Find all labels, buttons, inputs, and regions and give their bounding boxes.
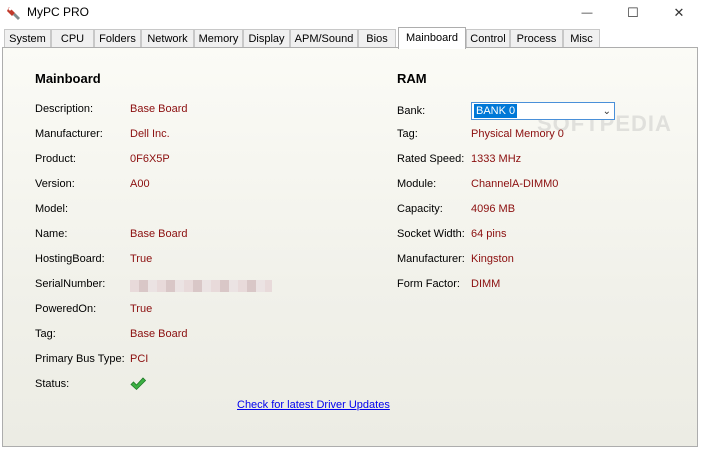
app-icon (7, 7, 20, 20)
manufacturer-value: Dell Inc. (130, 128, 170, 140)
tab-bar: System CPU Folders Network Memory Displa… (0, 27, 702, 49)
module-value: ChannelA-DIMM0 (471, 178, 559, 190)
description-label: Description: (35, 103, 94, 115)
ram-tag-label: Tag: (397, 128, 418, 140)
close-button[interactable]: ✕ (656, 0, 702, 26)
capacity-value: 4096 MB (471, 203, 516, 215)
module-label: Module: (397, 178, 437, 190)
primary-bus-type-value: PCI (130, 353, 149, 365)
name-label: Name: (35, 228, 68, 240)
serialnumber-label: SerialNumber: (35, 278, 106, 290)
product-value: 0F6X5P (130, 153, 170, 165)
title-bar: MyPC PRO — ☐ ✕ (0, 0, 702, 26)
serialnumber-redacted (130, 280, 272, 292)
name-value: Base Board (130, 228, 188, 240)
tab-folders[interactable]: Folders (94, 29, 141, 48)
version-label: Version: (35, 178, 75, 190)
poweredon-label: PoweredOn: (35, 303, 97, 315)
maximize-button[interactable]: ☐ (610, 0, 656, 26)
close-icon: ✕ (673, 5, 685, 20)
tab-process[interactable]: Process (510, 29, 563, 48)
ram-tag-value: Physical Memory 0 (471, 128, 564, 140)
form-factor-value: DIMM (471, 278, 501, 290)
rated-speed-label: Rated Speed: (397, 153, 465, 165)
ram-manufacturer-label: Manufacturer: (397, 253, 465, 265)
tag-value: Base Board (130, 328, 188, 340)
tab-display[interactable]: Display (243, 29, 290, 48)
socket-width-label: Socket Width: (397, 228, 465, 240)
tab-memory[interactable]: Memory (194, 29, 243, 48)
socket-width-value: 64 pins (471, 228, 507, 240)
window-title: MyPC PRO (27, 5, 90, 19)
bank-label: Bank: (397, 105, 426, 117)
tab-bios[interactable]: Bios (358, 29, 396, 48)
product-label: Product: (35, 153, 76, 165)
tab-mainboard[interactable]: Mainboard (398, 27, 466, 49)
driver-updates-link[interactable]: Check for latest Driver Updates (237, 399, 390, 411)
tag-label: Tag: (35, 328, 56, 340)
tab-misc[interactable]: Misc (563, 29, 600, 48)
maximize-icon: ☐ (627, 5, 639, 20)
version-value: A00 (130, 178, 150, 190)
capacity-label: Capacity: (397, 203, 443, 215)
bank-select[interactable]: BANK 0 ⌄ (471, 102, 615, 120)
checkmark-icon (130, 377, 146, 391)
mainboard-title: Mainboard (35, 71, 101, 86)
ram-title: RAM (397, 71, 427, 86)
ram-manufacturer-value: Kingston (471, 253, 514, 265)
hostingboard-value: True (130, 253, 153, 265)
tab-network[interactable]: Network (141, 29, 194, 48)
tab-control[interactable]: Control (466, 29, 510, 48)
tab-system[interactable]: System (4, 29, 51, 48)
poweredon-value: True (130, 303, 153, 315)
bank-select-value: BANK 0 (474, 104, 518, 118)
primary-bus-type-label: Primary Bus Type: (35, 353, 125, 365)
description-value: Base Board (130, 103, 188, 115)
minimize-icon: — (581, 7, 593, 19)
mainboard-panel: SOFTPEDIA Mainboard Description: Base Bo… (2, 47, 698, 447)
manufacturer-label: Manufacturer: (35, 128, 103, 140)
model-label: Model: (35, 203, 69, 215)
minimize-button[interactable]: — (564, 0, 610, 26)
rated-speed-value: 1333 MHz (471, 153, 522, 165)
hostingboard-label: HostingBoard: (35, 253, 105, 265)
tab-apm-sound[interactable]: APM/Sound (290, 29, 358, 48)
tab-cpu[interactable]: CPU (51, 29, 94, 48)
status-label: Status: (35, 378, 70, 390)
chevron-down-icon: ⌄ (602, 106, 611, 117)
form-factor-label: Form Factor: (397, 278, 460, 290)
